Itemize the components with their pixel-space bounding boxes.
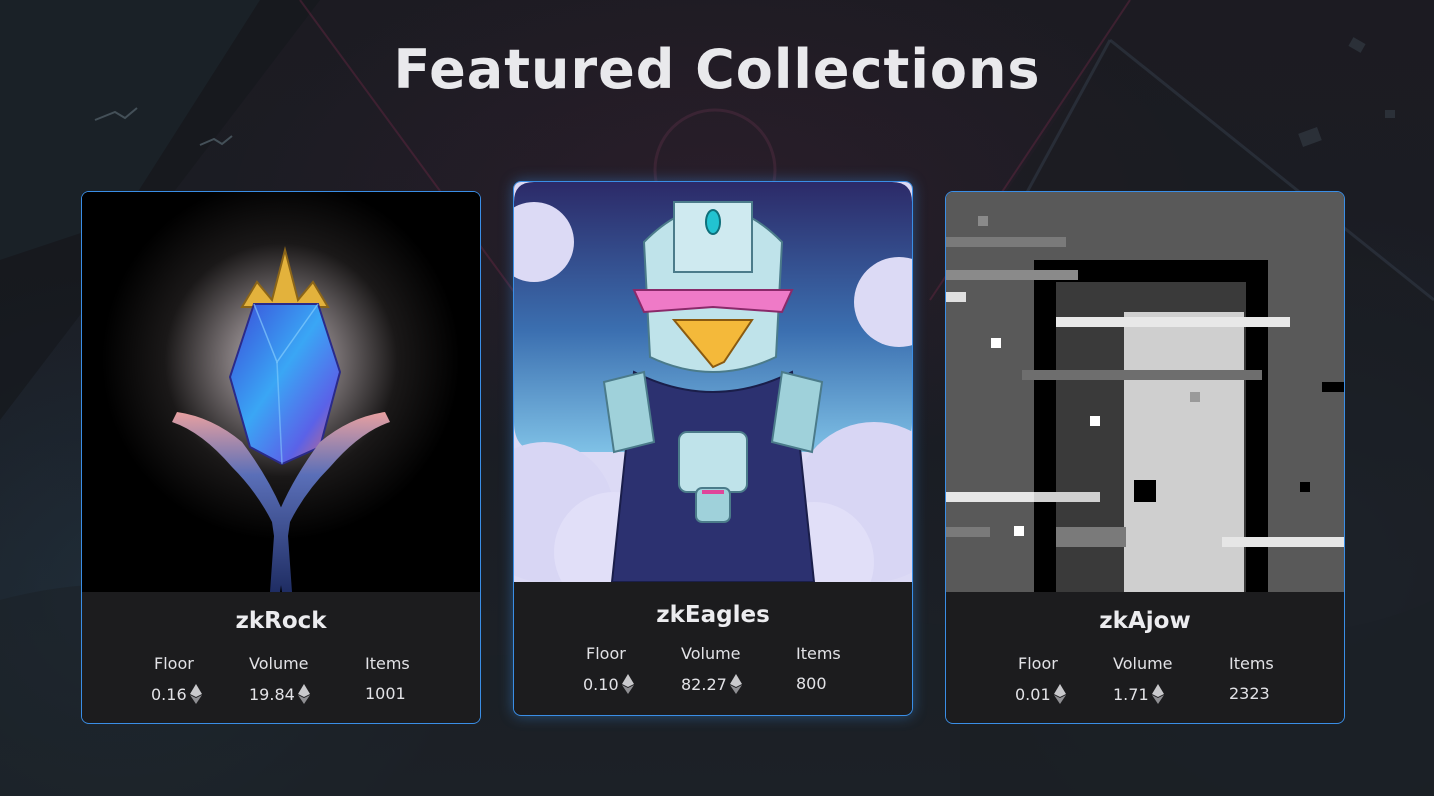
page-title: Featured Collections	[393, 38, 1041, 101]
collection-image[interactable]	[514, 182, 912, 582]
collection-info: zkAjow Floor Volume Items 0.01 1.71 2323	[946, 592, 1344, 722]
floor-amount: 0.16	[151, 684, 187, 704]
ethereum-icon	[621, 674, 634, 694]
ethereum-icon	[297, 684, 310, 704]
volume-value: 82.27	[681, 674, 742, 694]
floor-value: 0.16	[151, 684, 202, 704]
ethereum-icon	[729, 674, 742, 694]
collection-card-zkrock[interactable]: zkRock Floor Volume Items 0.16 19.84 100…	[81, 191, 481, 724]
volume-amount: 1.71	[1113, 684, 1149, 704]
ethereum-icon	[1151, 684, 1164, 704]
volume-label: Volume	[249, 654, 309, 673]
items-label: Items	[365, 654, 410, 673]
collection-info: zkRock Floor Volume Items 0.16 19.84 100…	[82, 592, 480, 722]
collection-name[interactable]: zkRock	[82, 608, 480, 634]
collection-image[interactable]	[82, 192, 480, 592]
pixel-glitch-artwork	[946, 192, 1344, 592]
collection-name[interactable]: zkEagles	[514, 602, 912, 628]
items-label: Items	[1229, 654, 1274, 673]
items-value: 800	[796, 674, 827, 693]
floor-label: Floor	[154, 654, 194, 673]
crystal-artwork	[82, 192, 480, 592]
collection-card-zkeagles[interactable]: zkEagles Floor Volume Items 0.10 82.27 8…	[513, 181, 913, 716]
volume-value: 19.84	[249, 684, 310, 704]
volume-amount: 82.27	[681, 674, 727, 694]
floor-value: 0.10	[583, 674, 634, 694]
volume-label: Volume	[681, 644, 741, 663]
floor-value: 0.01	[1015, 684, 1066, 704]
collection-card-zkajow[interactable]: zkAjow Floor Volume Items 0.01 1.71 2323	[945, 191, 1345, 724]
collection-info: zkEagles Floor Volume Items 0.10 82.27 8…	[514, 582, 912, 712]
volume-label: Volume	[1113, 654, 1173, 673]
items-value: 1001	[365, 684, 406, 703]
floor-label: Floor	[1018, 654, 1058, 673]
floor-amount: 0.01	[1015, 684, 1051, 704]
items-label: Items	[796, 644, 841, 663]
floor-label: Floor	[586, 644, 626, 663]
volume-value: 1.71	[1113, 684, 1164, 704]
ethereum-icon	[189, 684, 202, 704]
collection-name[interactable]: zkAjow	[946, 608, 1344, 634]
floor-amount: 0.10	[583, 674, 619, 694]
eagle-artwork	[514, 182, 912, 582]
volume-amount: 19.84	[249, 684, 295, 704]
items-value: 2323	[1229, 684, 1270, 703]
ethereum-icon	[1053, 684, 1066, 704]
collection-image[interactable]	[946, 192, 1344, 592]
